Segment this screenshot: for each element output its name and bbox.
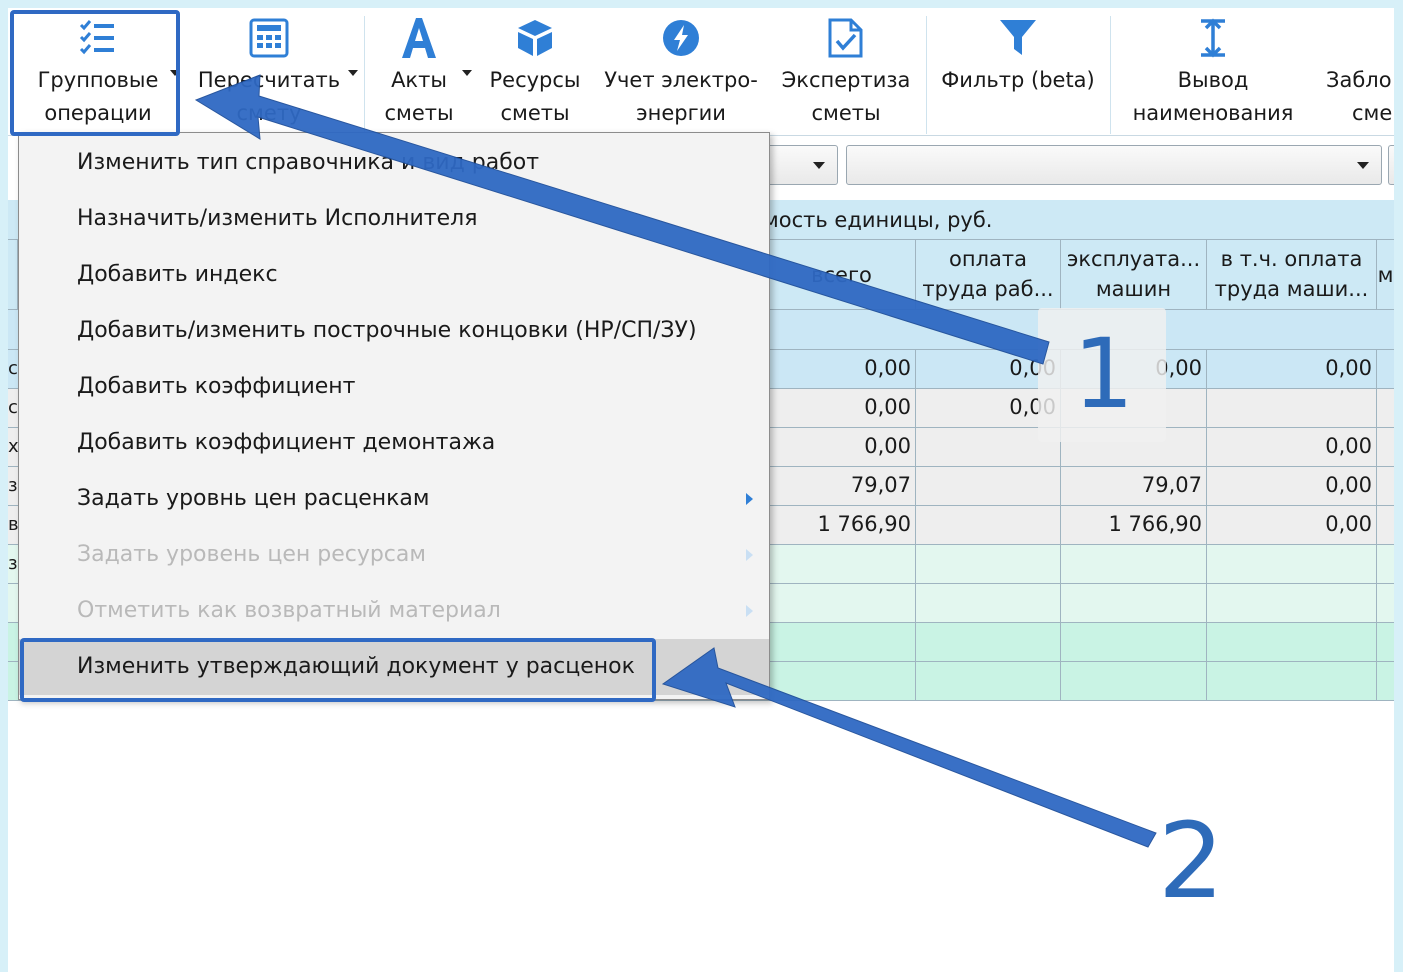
arrow-to-group-operations	[194, 74, 1050, 365]
step-number-1: 1	[1073, 318, 1135, 430]
app-window: Групповые операции Пересчитать смету	[8, 8, 1394, 972]
arrow-to-approving-document	[661, 647, 1157, 848]
step-number-2: 2	[1158, 800, 1225, 922]
